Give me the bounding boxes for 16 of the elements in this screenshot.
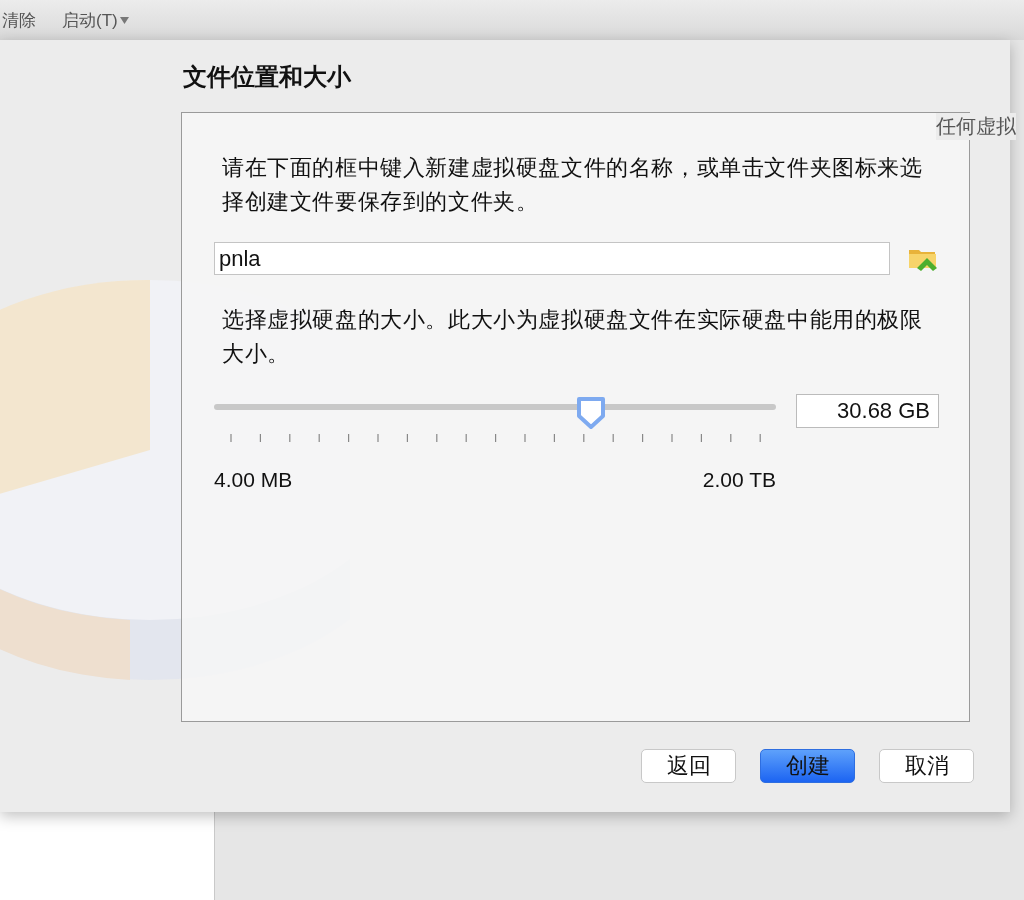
slider-thumb[interactable] bbox=[575, 396, 606, 430]
dialog-button[interactable]: 创建 bbox=[760, 749, 855, 783]
caret-icon bbox=[119, 16, 129, 24]
background-text: 任何虚拟 bbox=[936, 113, 1016, 140]
size-prompt: 选择虚拟硬盘的大小。此大小为虚拟硬盘文件在实际硬盘中能用的极限大小。 bbox=[222, 307, 924, 368]
dialog-button[interactable]: 返回 bbox=[641, 749, 736, 783]
max-size-label: 2.00 TB bbox=[702, 468, 776, 492]
min-size-label: 4.00 MB bbox=[214, 468, 293, 492]
size-field[interactable]: 30.68 GB bbox=[796, 394, 939, 428]
toolbar-button[interactable]: 清除 bbox=[2, 8, 36, 32]
dialog-title: 文件位置和大小 bbox=[183, 62, 352, 92]
dialog-button[interactable]: 取消 bbox=[879, 749, 974, 783]
start-dropdown[interactable]: 启动(T) bbox=[62, 8, 129, 32]
location-prompt: 请在下面的框中键入新建虚拟硬盘文件的名称，或单击文件夹图标来选择创建文件要保存到的文件夹。 bbox=[222, 155, 924, 216]
file-name-field[interactable]: pnla bbox=[214, 242, 890, 275]
size-slider[interactable] bbox=[214, 396, 776, 430]
